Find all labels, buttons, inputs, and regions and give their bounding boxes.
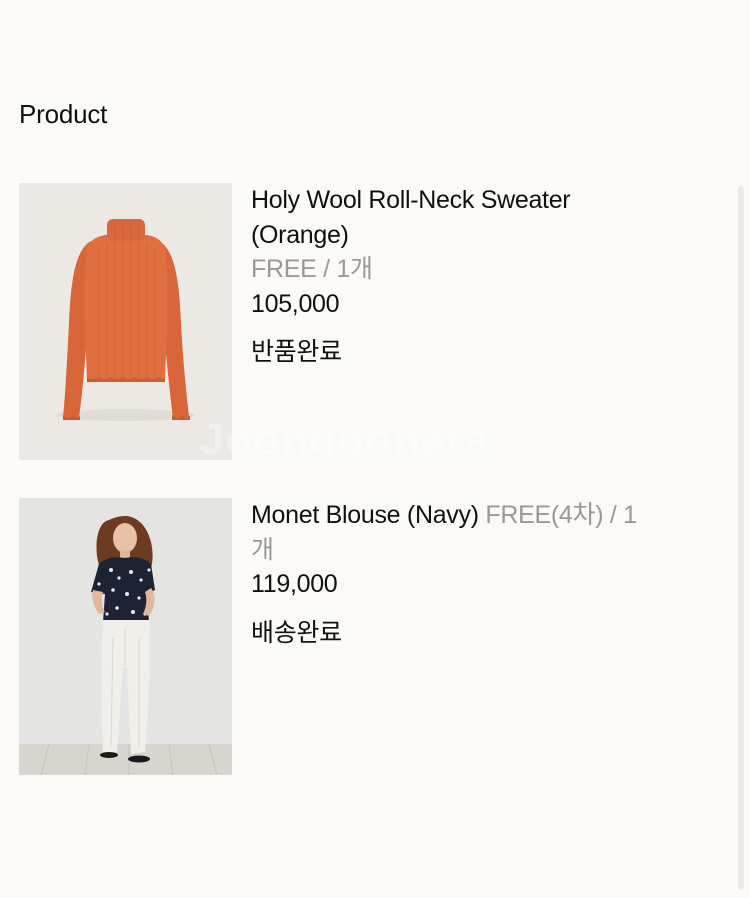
product-name-line: Monet Blouse (Navy) FREE(4차) / 1개 — [251, 498, 641, 567]
product-item-blouse[interactable]: Monet Blouse (Navy) FREE(4차) / 1개 119,00… — [19, 498, 719, 775]
product-info-sweater: Holy Wool Roll-Neck Sweater (Orange) FRE… — [251, 183, 641, 370]
product-item-sweater[interactable]: Holy Wool Roll-Neck Sweater (Orange) FRE… — [19, 183, 719, 460]
order-status: 배송완료 — [251, 618, 342, 647]
product-name[interactable]: Monet Blouse (Navy) — [251, 501, 479, 529]
product-name[interactable]: Holy Wool Roll-Neck Sweater (Orange) — [251, 186, 571, 249]
product-price: 105,000 — [251, 289, 340, 318]
product-price: 119,000 — [251, 570, 338, 598]
product-image-sweater[interactable] — [19, 183, 232, 460]
product-info-blouse: Monet Blouse (Navy) FREE(4차) / 1개 119,00… — [251, 498, 641, 650]
section-title: Product — [19, 99, 108, 129]
product-option: FREE / 1개 — [251, 255, 373, 283]
scrollbar[interactable] — [738, 186, 744, 890]
order-status: 반품완료 — [251, 338, 342, 366]
product-image-blouse[interactable] — [19, 498, 232, 775]
